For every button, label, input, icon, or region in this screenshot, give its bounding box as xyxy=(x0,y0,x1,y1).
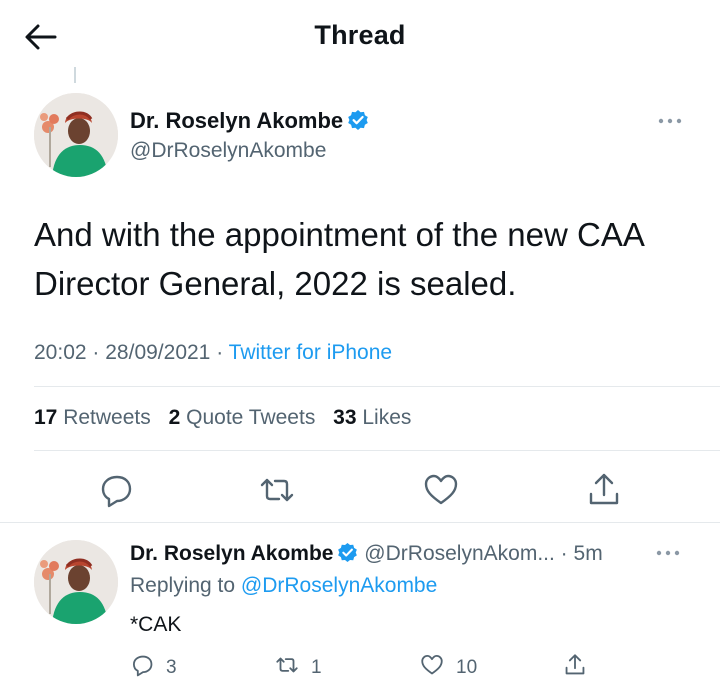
like-icon xyxy=(424,474,458,505)
reply-button[interactable] xyxy=(97,470,137,510)
reply-avatar[interactable] xyxy=(34,540,118,624)
like-icon xyxy=(421,654,443,675)
retweets-count: 17 xyxy=(34,406,58,429)
reply-author-name[interactable]: Dr. Roselyn Akombe xyxy=(130,542,333,565)
quote-tweets-stat[interactable]: 2 Quote Tweets xyxy=(169,406,316,429)
verified-badge-icon xyxy=(337,542,358,569)
retweet-icon xyxy=(276,657,298,673)
reply-reply-button[interactable]: 3 xyxy=(130,652,177,680)
thread-connector xyxy=(74,67,76,83)
top-bar: Thread xyxy=(0,0,720,74)
likes-label: Likes xyxy=(362,406,412,429)
likes-stat[interactable]: 33 Likes xyxy=(333,406,411,429)
page-title: Thread xyxy=(314,20,406,50)
share-icon xyxy=(589,473,619,505)
retweets-stat[interactable]: 17 Retweets xyxy=(34,406,151,429)
divider xyxy=(34,386,720,387)
reply-retweet-button[interactable]: 1 xyxy=(273,652,322,680)
reply-time[interactable]: 5m xyxy=(574,542,603,565)
tweet-stats: 17 Retweets 2 Quote Tweets 33 Likes xyxy=(34,406,423,430)
reply-like-button[interactable]: 10 xyxy=(418,652,477,680)
tweet-meta: 20:02 · 28/09/2021 · Twitter for iPhone xyxy=(34,341,392,365)
meta-separator: · xyxy=(560,542,568,565)
retweet-icon xyxy=(260,478,294,502)
tweet-source-link[interactable]: Twitter for iPhone xyxy=(229,341,392,364)
meta-separator: · xyxy=(216,341,224,364)
quotes-count: 2 xyxy=(168,406,181,429)
more-horizontal-icon xyxy=(658,118,682,124)
retweet-count: 1 xyxy=(311,657,322,678)
avatar-photo xyxy=(34,540,118,624)
share-icon xyxy=(565,654,585,675)
divider xyxy=(0,522,720,523)
divider xyxy=(34,450,720,451)
meta-separator: · xyxy=(92,341,100,364)
reply-icon xyxy=(101,475,132,508)
avatar-photo xyxy=(34,93,118,177)
retweet-button[interactable] xyxy=(257,470,297,510)
author-handle[interactable]: @DrRoselynAkombe xyxy=(130,139,326,163)
author-name[interactable]: Dr. Roselyn Akombe xyxy=(130,108,369,137)
likes-count: 33 xyxy=(333,406,357,429)
share-button[interactable] xyxy=(584,470,624,510)
tweet-time[interactable]: 20:02 xyxy=(34,341,87,364)
quotes-label: Quote Tweets xyxy=(186,406,316,429)
replying-to-label: Replying to xyxy=(130,574,236,597)
reply-author-handle[interactable]: @DrRoselynAkom... xyxy=(364,542,555,565)
tweet-text: And with the appointment of the new CAA … xyxy=(34,216,644,302)
reply-count: 3 xyxy=(166,657,177,678)
retweets-label: Retweets xyxy=(63,406,151,429)
tweet-date[interactable]: 28/09/2021 xyxy=(105,341,210,364)
replying-to: Replying to @DrRoselynAkombe xyxy=(130,574,437,598)
reply-text: *CAK xyxy=(130,613,182,636)
like-count: 10 xyxy=(456,657,478,678)
reply-icon xyxy=(132,655,153,677)
reply-header: Dr. Roselyn Akombe @DrRoselynAkom... · 5… xyxy=(130,542,603,569)
like-button[interactable] xyxy=(421,470,461,510)
verified-badge-icon xyxy=(347,109,369,137)
more-horizontal-icon xyxy=(656,550,680,556)
replying-to-mention[interactable]: @DrRoselynAkombe xyxy=(241,574,437,597)
more-options-button[interactable] xyxy=(656,114,684,133)
author-name-text: Dr. Roselyn Akombe xyxy=(130,108,344,133)
avatar[interactable] xyxy=(34,93,118,177)
reply-share-button[interactable] xyxy=(562,652,598,680)
reply-more-options-button[interactable] xyxy=(654,546,682,565)
